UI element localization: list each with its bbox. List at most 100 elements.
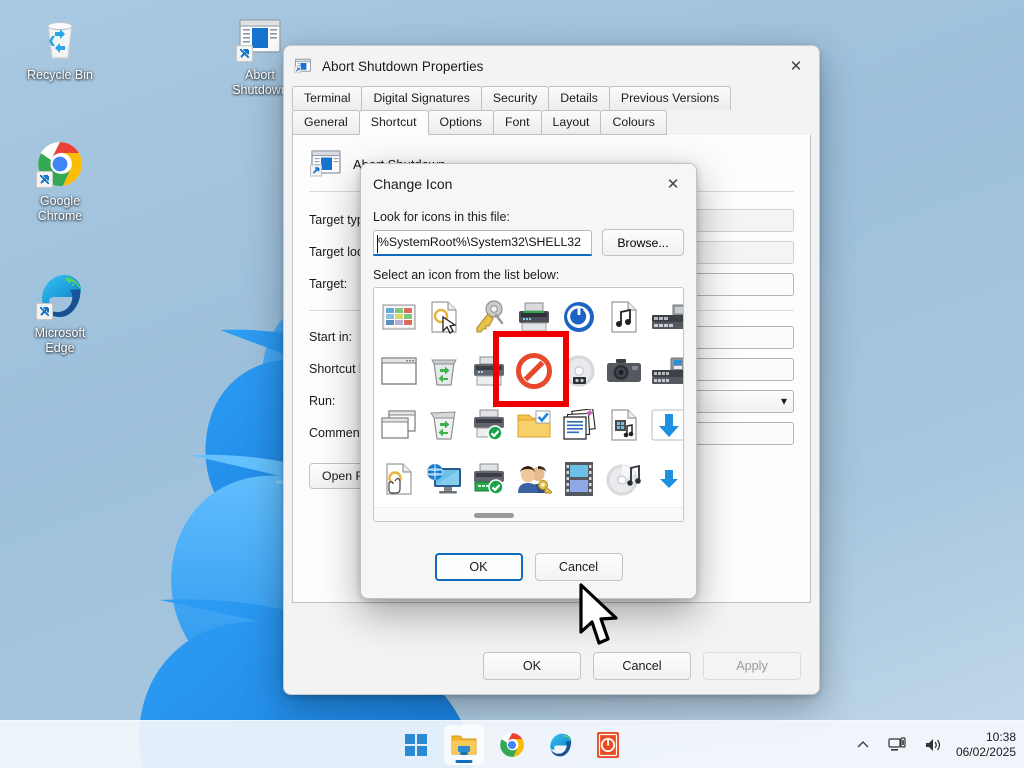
taskbar-clock[interactable]: 10:38 06/02/2025	[956, 730, 1016, 760]
clock-date: 06/02/2025	[956, 745, 1016, 760]
icon-cell-image-gallery[interactable]	[376, 290, 421, 344]
desktop-icon-google-chrome[interactable]: Google Chrome	[12, 140, 108, 224]
chevron-up-icon[interactable]	[852, 734, 874, 756]
properties-cancel-button[interactable]: Cancel	[593, 652, 691, 680]
icon-cell-folder-check[interactable]	[511, 398, 556, 452]
tab-row-lower: General Shortcut Options Font Layout Col…	[292, 110, 811, 135]
recycle-bin-icon	[36, 14, 84, 62]
icon-cell-cd-music[interactable]	[601, 452, 646, 506]
taskbar[interactable]: 10:38 06/02/2025	[0, 720, 1024, 768]
shortcut-overlay-icon	[36, 303, 53, 320]
icon-cell-film-strip[interactable]	[556, 452, 601, 506]
icon-cell-printer[interactable]	[511, 290, 556, 344]
desktop[interactable]: Recycle Bin Abort Shutdown	[0, 0, 1024, 768]
tab-general[interactable]: General	[292, 110, 360, 135]
change-icon-dialog[interactable]: Change Icon ✕ Look for icons in this fil…	[360, 163, 697, 599]
icon-cell-documents-stack[interactable]	[556, 398, 601, 452]
icon-cell-printer-grey[interactable]	[466, 344, 511, 398]
taskbar-start-button[interactable]	[396, 725, 436, 765]
film-strip-icon	[563, 461, 595, 497]
icon-cell-server-disk[interactable]	[646, 344, 684, 398]
music-file-icon	[608, 299, 640, 335]
icon-cell-keys[interactable]	[466, 290, 511, 344]
properties-apply-button: Apply	[703, 652, 801, 680]
network-icon[interactable]	[884, 733, 910, 757]
icon-cell-cd-disc[interactable]	[556, 344, 601, 398]
printer-grey-icon	[471, 355, 507, 387]
volume-icon[interactable]	[920, 733, 946, 757]
icon-cell-blank-window[interactable]	[376, 344, 421, 398]
icon-cell-recycle-bin-green[interactable]	[421, 398, 466, 452]
properties-titlebar[interactable]: Abort Shutdown Properties ✕	[284, 46, 819, 86]
printer-online-icon	[471, 463, 507, 495]
file-path-label: Look for icons in this file:	[373, 210, 684, 224]
icon-cell-music-file[interactable]	[601, 290, 646, 344]
tab-previous-versions[interactable]: Previous Versions	[609, 86, 731, 110]
properties-tabstrip[interactable]: Terminal Digital Signatures Security Det…	[284, 86, 819, 135]
download-small-icon	[658, 468, 680, 490]
tab-security[interactable]: Security	[481, 86, 549, 110]
desktop-icon-microsoft-edge[interactable]: Microsoft Edge	[12, 272, 108, 356]
desktop-icon-label-line2: Edge	[12, 341, 108, 356]
taskbar-microsoft-edge[interactable]	[540, 725, 580, 765]
icon-grid[interactable]	[374, 288, 683, 506]
tab-font[interactable]: Font	[493, 110, 542, 135]
printer-check-icon	[471, 409, 507, 441]
browse-button[interactable]: Browse...	[602, 229, 684, 256]
change-icon-titlebar[interactable]: Change Icon ✕	[361, 164, 696, 204]
icon-cell-camera[interactable]	[601, 344, 646, 398]
properties-ok-button[interactable]: OK	[483, 652, 581, 680]
tab-colours[interactable]: Colours	[600, 110, 666, 135]
close-icon[interactable]: ✕	[650, 164, 696, 204]
chevron-down-icon: ▾	[781, 394, 787, 408]
taskbar-shutdown-app[interactable]	[588, 725, 628, 765]
change-icon-cancel-button[interactable]: Cancel	[535, 553, 623, 581]
icon-file-input[interactable]: %SystemRoot%\System32\SHELL32	[373, 230, 592, 256]
shortcut-window-icon	[236, 14, 284, 62]
document-hand-icon	[382, 461, 416, 497]
keys-icon	[471, 299, 507, 335]
icon-list-scrollbar[interactable]	[374, 507, 683, 521]
blank-window-icon	[381, 357, 417, 385]
icon-cell-power-button[interactable]	[556, 290, 601, 344]
icon-cell-video-file[interactable]	[601, 398, 646, 452]
icon-cell-server-rack[interactable]	[646, 290, 684, 344]
tab-terminal[interactable]: Terminal	[292, 86, 362, 110]
icon-cell-document-hand[interactable]	[376, 452, 421, 506]
change-icon-ok-button[interactable]: OK	[435, 553, 523, 581]
icon-cell-recycle-bin[interactable]	[421, 344, 466, 398]
close-icon[interactable]: ✕	[773, 46, 819, 86]
download-arrow-icon	[651, 409, 685, 441]
taskbar-google-chrome[interactable]	[492, 725, 532, 765]
video-file-icon	[608, 407, 640, 443]
icon-cell-download-arrow[interactable]	[646, 398, 684, 452]
icon-cell-users-key[interactable]	[511, 452, 556, 506]
tab-shortcut[interactable]: Shortcut	[359, 110, 429, 135]
icon-list-container[interactable]	[373, 287, 684, 522]
tab-digital-signatures[interactable]: Digital Signatures	[361, 86, 481, 110]
icon-cell-download-small[interactable]	[646, 452, 684, 506]
recycle-bin-green-icon	[427, 408, 461, 442]
tab-row-upper: Terminal Digital Signatures Security Det…	[292, 86, 811, 110]
documents-stack-icon	[561, 409, 597, 441]
chrome-icon	[36, 140, 84, 188]
icon-cell-document-cursor[interactable]	[421, 290, 466, 344]
scrollbar-thumb[interactable]	[474, 513, 514, 518]
desktop-icon-recycle-bin[interactable]: Recycle Bin	[12, 14, 108, 83]
shortcut-overlay-icon	[236, 45, 253, 62]
icon-cell-windows-stack[interactable]	[376, 398, 421, 452]
icon-cell-prohibition-sign[interactable]	[511, 344, 556, 398]
icon-cell-printer-check[interactable]	[466, 398, 511, 452]
icon-cell-printer-online[interactable]	[466, 452, 511, 506]
tab-options[interactable]: Options	[428, 110, 494, 135]
desktop-icon-label-line2: Chrome	[12, 209, 108, 224]
power-red-icon	[596, 731, 620, 759]
taskbar-file-explorer[interactable]	[444, 725, 484, 765]
printer-icon	[516, 301, 552, 333]
change-icon-button-bar: OK Cancel	[361, 536, 696, 598]
desktop-icon-label: Recycle Bin	[12, 68, 108, 83]
tab-details[interactable]: Details	[548, 86, 610, 110]
icon-cell-network-computer[interactable]	[421, 452, 466, 506]
tab-layout[interactable]: Layout	[541, 110, 602, 135]
change-icon-body: Look for icons in this file: %SystemRoot…	[361, 204, 696, 522]
